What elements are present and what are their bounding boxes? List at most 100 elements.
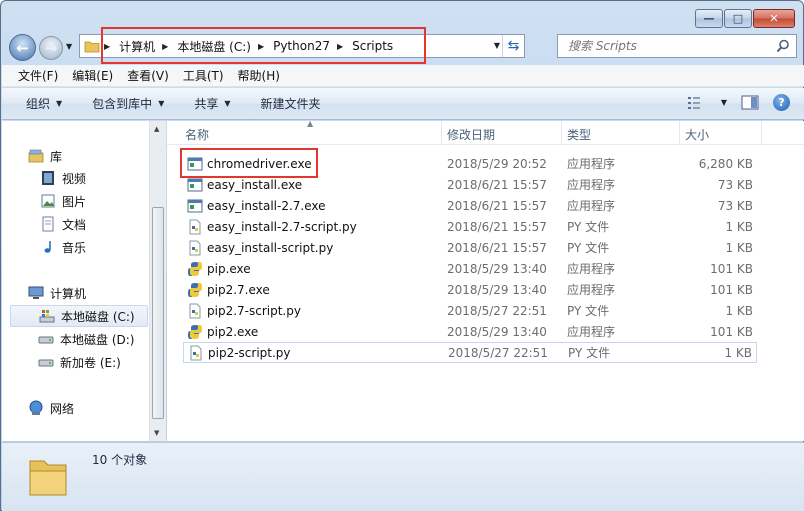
folder-icon: [84, 41, 100, 53]
file-row[interactable]: easy_install-2.7.exe 2018/6/21 15:57 应用程序 7…: [183, 195, 757, 216]
file-modified-date: 2018/5/29 13:40: [447, 324, 547, 339]
include-in-library-label: 包含到库中: [92, 97, 153, 111]
file-name: pip2.exe: [207, 324, 259, 339]
system-drive-icon: [39, 310, 55, 323]
sidebar-item-label: 文档: [62, 217, 87, 232]
sidebar-item-videos[interactable]: 视频: [40, 167, 86, 189]
maximize-button[interactable]: □: [724, 9, 752, 28]
minimize-button[interactable]: —: [695, 9, 723, 28]
python-exe-icon: [188, 324, 202, 339]
search-box[interactable]: [557, 34, 797, 58]
scroll-up-icon[interactable]: ▲: [154, 125, 159, 133]
file-type: PY 文件: [567, 241, 610, 255]
column-header-size[interactable]: 大小: [685, 126, 709, 143]
file-modified-date: 2018/6/21 15:57: [447, 219, 547, 234]
file-name: pip.exe: [207, 261, 251, 276]
sort-ascending-icon: ▲: [307, 119, 314, 128]
column-divider[interactable]: [761, 121, 762, 145]
chevron-down-icon: ▼: [56, 99, 63, 108]
sidebar-item-music[interactable]: 音乐: [40, 236, 86, 258]
menu-file[interactable]: 文件(F): [18, 67, 66, 84]
column-header-name[interactable]: 名称: [185, 126, 209, 143]
share-label: 共享: [194, 97, 219, 111]
py-file-icon: [189, 219, 201, 234]
toolbar-right: ▼ ?: [687, 94, 790, 111]
file-row[interactable]: pip2.exe 2018/5/29 13:40 应用程序 101 KB: [183, 321, 757, 342]
file-type: 应用程序: [567, 199, 616, 213]
menu-tools[interactable]: 工具(T): [183, 67, 232, 84]
organize-label: 组织: [26, 97, 51, 111]
menu-view[interactable]: 查看(V): [127, 67, 177, 84]
navigation-scrollbar[interactable]: ▲ ▼: [149, 121, 166, 441]
sidebar-item-label: 视频: [62, 171, 87, 186]
sidebar-item-label: 本地磁盘 (C:): [61, 309, 135, 324]
python-exe-icon: [188, 282, 202, 297]
file-row[interactable]: pip.exe 2018/5/29 13:40 应用程序 101 KB: [183, 258, 757, 279]
column-divider[interactable]: [561, 121, 562, 145]
column-divider[interactable]: [441, 121, 442, 145]
item-count: 10 个对象: [92, 453, 148, 467]
search-icon[interactable]: [776, 39, 790, 53]
column-header-date[interactable]: 修改日期: [447, 126, 495, 143]
folder-icon: [29, 460, 67, 496]
chevron-down-icon: ▼: [224, 99, 231, 108]
video-library-icon: [42, 171, 54, 185]
library-icon: [28, 149, 44, 163]
file-row[interactable]: pip2.7.exe 2018/5/29 13:40 应用程序 101 KB: [183, 279, 757, 300]
file-type: PY 文件: [568, 346, 611, 360]
sidebar-item-network[interactable]: 网络: [28, 397, 74, 419]
file-modified-date: 2018/5/27 22:51: [447, 303, 547, 318]
scroll-down-icon[interactable]: ▼: [154, 429, 159, 437]
share-button[interactable]: 共享 ▼: [194, 95, 230, 112]
file-row[interactable]: pip2-script.py 2018/5/27 22:51 PY 文件 1 KB: [183, 342, 757, 363]
organize-button[interactable]: 组织 ▼: [26, 95, 62, 112]
menu-help[interactable]: 帮助(H): [238, 67, 288, 84]
file-name: pip2-script.py: [208, 345, 291, 360]
hard-drive-icon: [38, 336, 54, 344]
file-row[interactable]: easy_install-script.py 2018/6/21 15:57 PY …: [183, 237, 757, 258]
sidebar-item-documents[interactable]: 文档: [40, 213, 86, 235]
scroll-thumb[interactable]: [152, 207, 164, 419]
new-folder-button[interactable]: 新建文件夹: [261, 95, 321, 112]
address-history-dropdown-icon[interactable]: ▼: [494, 41, 500, 50]
menu-edit[interactable]: 编辑(E): [72, 67, 121, 84]
file-type: 应用程序: [567, 262, 616, 276]
file-size: 1 KB: [725, 219, 753, 234]
sidebar-item-label: 网络: [50, 401, 75, 416]
sidebar-item-label: 计算机: [50, 286, 87, 301]
sidebar-item-computer[interactable]: 计算机: [28, 282, 86, 304]
sidebar-item-pictures[interactable]: 图片: [40, 190, 86, 212]
file-modified-date: 2018/6/21 15:57: [447, 198, 547, 213]
file-row[interactable]: pip2.7-script.py 2018/5/27 22:51 PY 文件 1 KB: [183, 300, 757, 321]
search-input[interactable]: [558, 39, 768, 53]
close-button[interactable]: ✕: [753, 9, 795, 28]
preview-pane-icon[interactable]: [741, 95, 759, 110]
column-divider[interactable]: [679, 121, 680, 145]
file-row[interactable]: easy_install-2.7-script.py 2018/6/21 15:5…: [183, 216, 757, 237]
column-header-type[interactable]: 类型: [567, 126, 591, 143]
view-options-icon[interactable]: [687, 96, 707, 110]
recent-pages-dropdown-icon[interactable]: ▼: [66, 42, 72, 51]
file-name: easy_install-2.7.exe: [207, 198, 326, 213]
sidebar-item-drive-c[interactable]: 本地磁盘 (C:): [10, 305, 148, 327]
file-name: pip2.7.exe: [207, 282, 270, 297]
computer-icon: [28, 286, 44, 299]
file-modified-date: 2018/6/21 15:57: [447, 177, 547, 192]
include-in-library-button[interactable]: 包含到库中 ▼: [92, 95, 164, 112]
view-dropdown-icon[interactable]: ▼: [721, 98, 727, 107]
file-type: PY 文件: [567, 220, 610, 234]
forward-button[interactable]: →: [39, 36, 63, 60]
file-size: 1 KB: [724, 345, 752, 360]
back-button[interactable]: ←: [9, 34, 36, 61]
file-type: 应用程序: [567, 325, 616, 339]
file-name: easy_install-script.py: [207, 240, 334, 255]
sidebar-item-drive-e[interactable]: 新加卷 (E:): [38, 351, 121, 373]
forward-arrow-icon: →: [44, 39, 58, 57]
help-icon[interactable]: ?: [773, 94, 790, 111]
sidebar-item-drive-d[interactable]: 本地磁盘 (D:): [38, 328, 134, 350]
file-size: 1 KB: [725, 240, 753, 255]
sidebar-item-library[interactable]: 库: [28, 145, 62, 167]
address-highlight-box: [101, 27, 426, 64]
sidebar-item-label: 本地磁盘 (D:): [60, 332, 135, 347]
refresh-button[interactable]: ⇆: [502, 35, 524, 57]
